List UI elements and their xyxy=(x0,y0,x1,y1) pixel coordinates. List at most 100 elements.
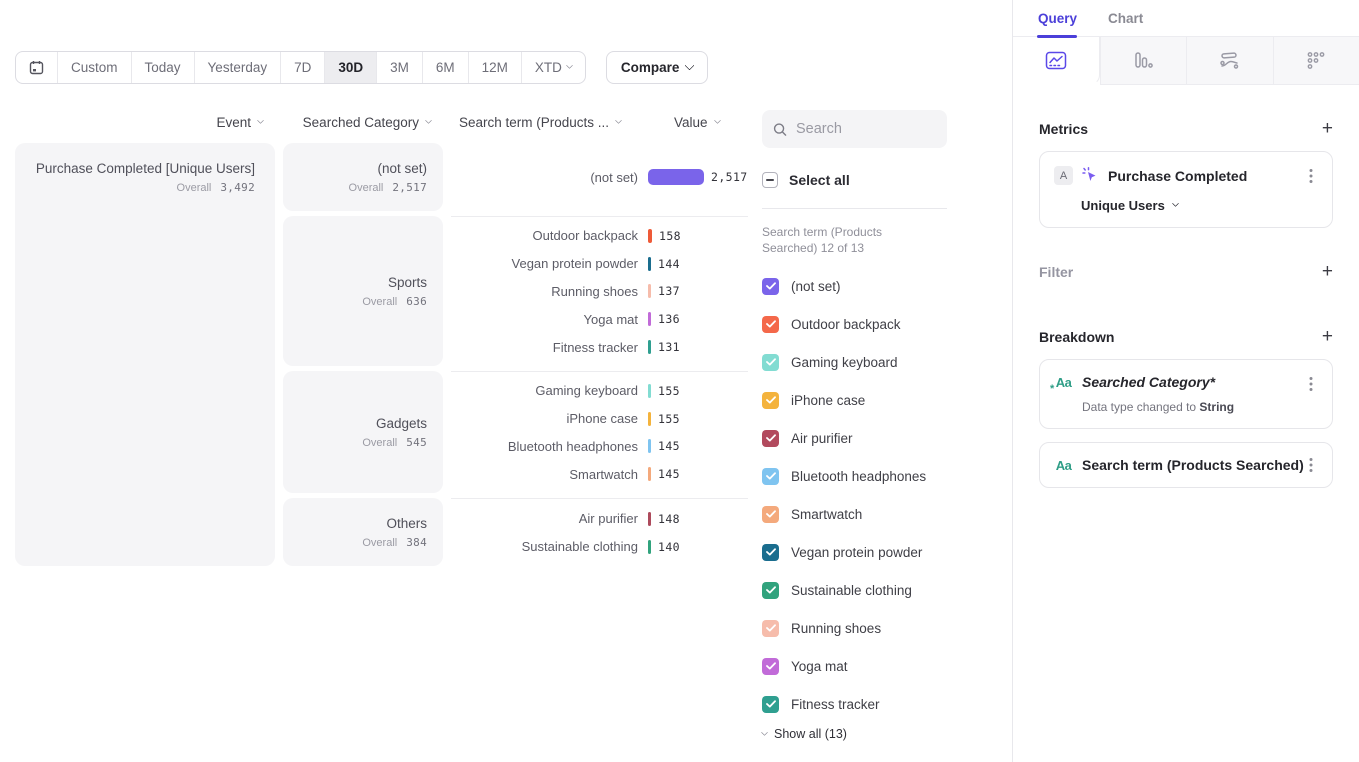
date-range-6m[interactable]: 6M xyxy=(422,52,468,83)
tab-chart[interactable]: Chart xyxy=(1108,11,1143,26)
tab-insights[interactable] xyxy=(1013,37,1100,85)
term-label: Outdoor backpack xyxy=(451,228,648,243)
calendar-button[interactable] xyxy=(16,52,57,83)
legend-item[interactable]: (not set) xyxy=(762,267,1012,305)
date-range-30d[interactable]: 30D xyxy=(324,52,376,83)
term-label: iPhone case xyxy=(451,411,648,426)
breakdown-options-button[interactable] xyxy=(1303,455,1319,475)
legend-item[interactable]: Fitness tracker xyxy=(762,685,1012,723)
column-header-value[interactable]: Value xyxy=(652,115,748,130)
tab-flows[interactable] xyxy=(1186,37,1273,85)
tab-retention[interactable] xyxy=(1273,37,1359,85)
series-checkbox[interactable] xyxy=(762,430,779,447)
string-property-icon: Aa xyxy=(1054,458,1073,473)
table-row[interactable]: Gaming keyboard155 xyxy=(451,377,748,405)
table-row[interactable]: Smartwatch145 xyxy=(451,460,748,488)
table-row[interactable]: Fitness tracker131 xyxy=(451,333,748,361)
value-bar xyxy=(648,257,651,271)
active-tab-underline xyxy=(1037,35,1077,39)
metric-options-button[interactable] xyxy=(1303,166,1319,186)
column-header-search-term[interactable]: Search term (Products ... xyxy=(451,115,621,130)
category-overall-row: Overall545 xyxy=(299,436,427,449)
series-checkbox[interactable] xyxy=(762,354,779,371)
check-icon xyxy=(766,320,776,328)
category-name: Sports xyxy=(299,275,427,290)
series-checkbox[interactable] xyxy=(762,392,779,409)
metric-card[interactable]: A Purchase Completed Unique Users xyxy=(1039,151,1333,228)
date-range-12m[interactable]: 12M xyxy=(468,52,521,83)
event-card[interactable]: Purchase Completed [Unique Users] Overal… xyxy=(15,143,275,566)
legend-item[interactable]: Gaming keyboard xyxy=(762,343,1012,381)
table-row[interactable]: Outdoor backpack158 xyxy=(451,222,748,250)
legend-item[interactable]: Smartwatch xyxy=(762,495,1012,533)
show-all-button[interactable]: Show all (13) xyxy=(762,727,1012,741)
table-body: Purchase Completed [Unique Users] Overal… xyxy=(15,143,748,566)
value-bar-zone: 148 xyxy=(648,512,748,526)
series-checkbox[interactable] xyxy=(762,696,779,713)
breakdown-card-searched-category[interactable]: Aa * Searched Category* Data type change… xyxy=(1039,359,1333,429)
kebab-icon xyxy=(1309,376,1313,392)
category-card[interactable]: OthersOverall384 xyxy=(283,498,443,566)
add-metric-button[interactable]: + xyxy=(1322,119,1333,138)
select-all-row[interactable]: Select all xyxy=(762,168,1012,192)
table-row[interactable]: Running shoes137 xyxy=(451,278,748,306)
series-checkbox[interactable] xyxy=(762,658,779,675)
column-header-searched-category[interactable]: Searched Category xyxy=(283,115,443,130)
legend-item[interactable]: Yoga mat xyxy=(762,647,1012,685)
breakdown-card-search-term[interactable]: Aa Search term (Products Searched) xyxy=(1039,442,1333,488)
legend-item[interactable]: Outdoor backpack xyxy=(762,305,1012,343)
category-card[interactable]: (not set)Overall2,517 xyxy=(283,143,443,211)
chevron-down-icon xyxy=(615,117,622,124)
add-filter-button[interactable]: + xyxy=(1322,262,1333,281)
date-range-today[interactable]: Today xyxy=(131,52,194,83)
date-range-xtd[interactable]: XTD xyxy=(521,52,585,83)
table-row[interactable]: Vegan protein powder144 xyxy=(451,250,748,278)
table-row[interactable]: Bluetooth headphones145 xyxy=(451,433,748,461)
column-header-group: Search term (Products ... Value xyxy=(451,115,748,130)
date-range-yesterday[interactable]: Yesterday xyxy=(194,52,281,83)
series-checkbox[interactable] xyxy=(762,468,779,485)
category-card[interactable]: GadgetsOverall545 xyxy=(283,371,443,493)
table-row[interactable]: iPhone case155 xyxy=(451,405,748,433)
legend-item[interactable]: Running shoes xyxy=(762,609,1012,647)
table-row[interactable]: Yoga mat136 xyxy=(451,305,748,333)
series-checkbox[interactable] xyxy=(762,620,779,637)
breakdown-options-button[interactable] xyxy=(1303,374,1319,394)
measure-selector[interactable]: Unique Users xyxy=(1081,198,1318,213)
series-checkbox[interactable] xyxy=(762,582,779,599)
category-card[interactable]: SportsOverall636 xyxy=(283,216,443,366)
column-header-event[interactable]: Event xyxy=(15,115,275,130)
series-checkbox[interactable] xyxy=(762,544,779,561)
value-bar xyxy=(648,439,651,453)
select-all-checkbox[interactable] xyxy=(762,172,778,188)
category-group: (not set)Overall2,517 (not set)2,517 xyxy=(283,143,748,211)
legend-item[interactable]: Air purifier xyxy=(762,419,1012,457)
term-rows: Gaming keyboard155iPhone case155Bluetoot… xyxy=(451,371,748,493)
add-breakdown-button[interactable]: + xyxy=(1322,327,1333,346)
table-row[interactable]: Air purifier148 xyxy=(451,505,748,533)
calendar-icon xyxy=(29,60,44,75)
series-checkbox[interactable] xyxy=(762,506,779,523)
tab-query[interactable]: Query xyxy=(1038,11,1077,26)
tab-funnels[interactable] xyxy=(1100,37,1187,85)
modified-asterisk-icon: * xyxy=(1050,383,1054,395)
overall-label: Overall xyxy=(362,296,397,308)
series-checkbox[interactable] xyxy=(762,316,779,333)
table-row[interactable]: (not set)2,517 xyxy=(451,163,748,191)
date-range-3m[interactable]: 3M xyxy=(376,52,422,83)
legend-item-label: Bluetooth headphones xyxy=(791,469,926,484)
filter-section-header: Filter + xyxy=(1039,262,1333,281)
compare-button[interactable]: Compare xyxy=(606,51,709,84)
date-range-custom[interactable]: Custom xyxy=(57,52,131,83)
series-checkbox[interactable] xyxy=(762,278,779,295)
table-row[interactable]: Sustainable clothing140 xyxy=(451,533,748,561)
breakdown-title: Search term (Products Searched) xyxy=(1082,457,1304,473)
category-overall-value: 545 xyxy=(406,436,427,449)
legend-search-input[interactable] xyxy=(796,121,936,137)
legend-search-box[interactable] xyxy=(762,110,947,148)
date-range-7d[interactable]: 7D xyxy=(280,52,324,83)
legend-item[interactable]: iPhone case xyxy=(762,381,1012,419)
legend-item[interactable]: Sustainable clothing xyxy=(762,571,1012,609)
legend-item[interactable]: Vegan protein powder xyxy=(762,533,1012,571)
legend-item[interactable]: Bluetooth headphones xyxy=(762,457,1012,495)
